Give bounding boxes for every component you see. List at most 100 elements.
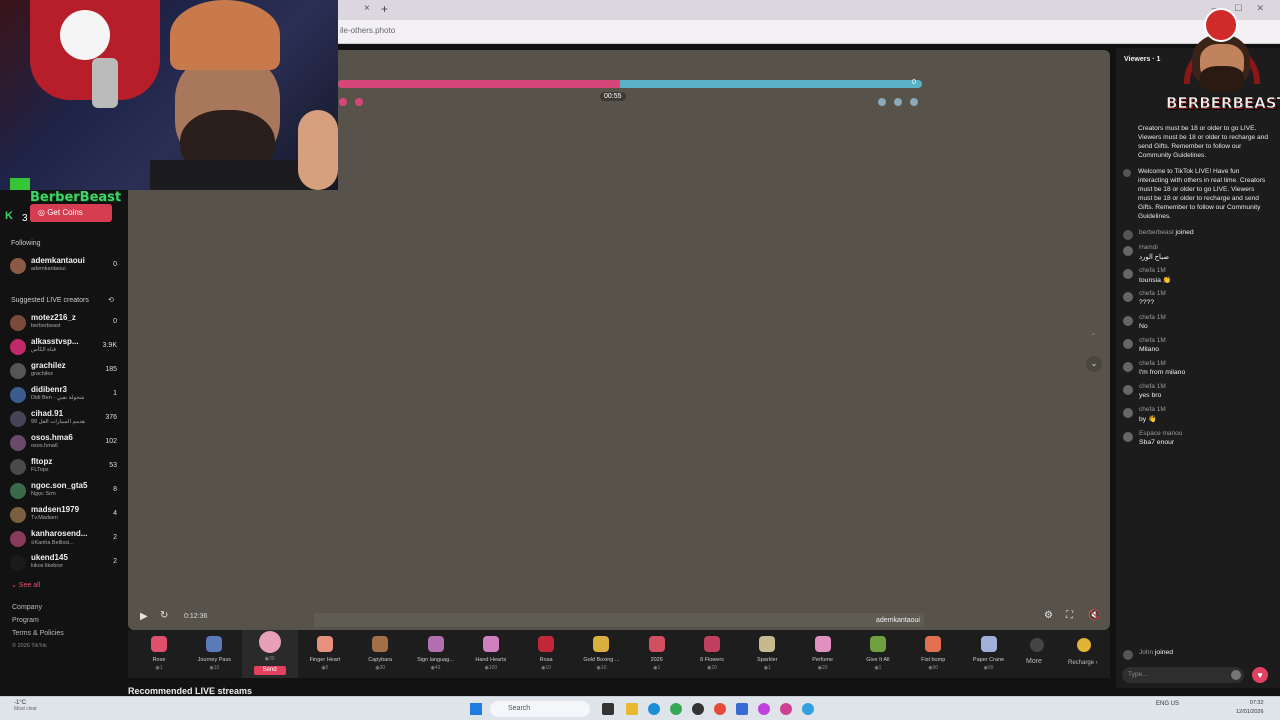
chat-username[interactable]: chefa 1M [1139, 360, 1166, 367]
chevron-up-icon[interactable]: ⌃ [1090, 332, 1097, 341]
app-icon[interactable] [758, 703, 770, 715]
recharge-button[interactable]: Recharge › [1068, 660, 1098, 666]
gift-item[interactable]: Rose ◉1 [131, 630, 187, 678]
weather-widget[interactable]: -1°C Most clear [14, 700, 37, 712]
avatar [10, 435, 26, 451]
chat-username[interactable]: chefa 1M [1139, 314, 1166, 321]
more-gifts-icon[interactable] [1030, 638, 1044, 652]
joined-user[interactable]: berberbeast [1139, 229, 1174, 236]
chat-username[interactable]: Espace manou [1139, 430, 1182, 437]
send-gift-button[interactable]: Send [253, 666, 286, 675]
creator-row[interactable]: kanharosend... ខKanha Bellissi... 2 [8, 528, 120, 550]
creator-row[interactable]: cihad.91 99 هدمم السيارات العل 376 [8, 408, 120, 430]
chat-username[interactable]: chefa 1M [1139, 383, 1166, 390]
chrome-profile-icon[interactable] [714, 703, 726, 715]
gift-item[interactable]: 8 Flowers ◉20 [684, 630, 740, 678]
gift-item[interactable]: Sparkler ◉1 [739, 630, 795, 678]
gift-item[interactable]: Perfume ◉20 [795, 630, 851, 678]
see-all-link[interactable]: ⌄ See all [11, 581, 40, 589]
gift-item[interactable]: Rosa ◉10 [518, 630, 574, 678]
gift-price: ◉30 [264, 656, 275, 662]
chat-username[interactable]: chefa 1M [1139, 406, 1166, 413]
creator-name: alkasstvsp... [31, 337, 79, 346]
viewers-title[interactable]: Viewers · 1 [1124, 56, 1160, 63]
creator-subtitle: Didi Ben - شحولة نقبي [31, 395, 85, 401]
gift-item[interactable]: Sign languag... ◉49 [408, 630, 464, 678]
chat-text: Sba7 enour [1139, 438, 1175, 446]
coin-icon[interactable] [1077, 638, 1091, 652]
chat-input[interactable]: Type... [1122, 667, 1244, 683]
chat-text: ???? [1139, 299, 1155, 307]
gift-item[interactable]: Fist bump ◉90 [905, 630, 961, 678]
gift-price: ◉1 [874, 665, 882, 671]
footer-link-program[interactable]: Program [12, 617, 39, 624]
gift-item[interactable]: Paper Crane ◉99 [961, 630, 1017, 678]
settings-gear-icon[interactable]: ⚙ [1044, 610, 1053, 621]
gift-name: Journey Pass [197, 657, 231, 663]
gift-name: Gold Boxing ... [583, 657, 620, 663]
tiktok-icon [1123, 169, 1131, 177]
app-icon[interactable] [780, 703, 792, 715]
gift-item[interactable]: 2026 ◉1 [629, 630, 685, 678]
taskview-icon[interactable] [602, 703, 614, 715]
more-gifts-button[interactable]: More [1026, 658, 1042, 665]
chat-username[interactable]: chefa 1M [1139, 337, 1166, 344]
app-icon[interactable] [802, 703, 814, 715]
chat-username[interactable]: chefa 1M [1139, 290, 1166, 297]
refresh-suggestions-icon[interactable]: ⟲ [108, 296, 114, 304]
gift-item[interactable]: Journey Pass ◉10 [186, 630, 242, 678]
gift-price: ◉10 [596, 665, 607, 671]
app-icon[interactable] [736, 703, 748, 715]
get-coins-button[interactable]: ◎ Get Coins [30, 204, 112, 222]
heart-icon[interactable]: ♥ [1252, 667, 1268, 683]
clock[interactable]: 07:32 12/01/2026 [1236, 699, 1264, 717]
chrome-icon[interactable] [670, 703, 682, 715]
file-explorer-icon[interactable] [626, 703, 638, 715]
obs-icon[interactable] [692, 703, 704, 715]
creator-row[interactable]: ademkantaoui ademkantaoui 0 [8, 255, 120, 277]
gift-icon [258, 631, 281, 653]
joined-user[interactable]: John [1139, 649, 1153, 656]
gift-price: ◉90 [928, 665, 939, 671]
chat-avatar [1123, 338, 1133, 349]
gift-icon [814, 636, 831, 652]
creator-row[interactable]: ukend145 kikos likebror 2 [8, 552, 120, 574]
emoji-icon[interactable] [1231, 670, 1241, 680]
creator-name: ngoc.son_gta5 [31, 481, 88, 490]
tab-close-icon[interactable]: × [364, 3, 370, 14]
creator-row[interactable]: fltopz FLTopz 53 [8, 456, 120, 478]
creator-row[interactable]: grachilez grachilez 185 [8, 360, 120, 382]
chat-avatar [1123, 362, 1133, 372]
windows-start-icon[interactable] [470, 703, 482, 715]
new-tab-button[interactable]: + [381, 2, 388, 16]
chevron-down-icon[interactable]: ⌄ [1086, 356, 1102, 372]
creator-row[interactable]: madsen1979 Tv.Madsen 4 [8, 504, 120, 526]
gift-item[interactable]: Finger Heart ◉5 [297, 630, 353, 678]
taskbar-search[interactable]: Search [490, 701, 590, 717]
gift-item[interactable]: Hand Hearts ◉100 [463, 630, 519, 678]
creator-row[interactable]: ngoc.son_gta5 Ngọc Sơn 8 [8, 480, 120, 502]
creator-row[interactable]: alkasstvsp... قناة الكأس 3.9K [8, 336, 120, 358]
language-indicator[interactable]: ENG US [1156, 701, 1179, 707]
footer-link-company[interactable]: Company [12, 604, 42, 611]
mute-icon[interactable]: 🔇 [1088, 610, 1100, 621]
berberbeast-logo: BERBERBEAST [1166, 4, 1280, 120]
gift-icon [372, 636, 389, 652]
gift-item[interactable]: ◉30 Send [241, 630, 298, 678]
gift-item[interactable]: Give It All ◉1 [850, 630, 906, 678]
chat-username[interactable]: chefa 1M [1139, 267, 1166, 274]
fullscreen-icon[interactable]: ⛶ [1066, 610, 1073, 621]
creator-name: madsen1979 [31, 505, 80, 514]
creator-row[interactable]: osos.hma6 osos.hma6 102 [8, 432, 120, 454]
refresh-icon[interactable]: ↻ [160, 610, 168, 621]
gift-name: Hand Hearts [475, 657, 507, 663]
creator-row[interactable]: didibenr3 Didi Ben - شحولة نقبي 1 [8, 384, 120, 406]
gift-item[interactable]: Gold Boxing ... ◉10 [573, 630, 629, 678]
footer-link-terms[interactable]: Terms & Policies [12, 630, 64, 637]
play-icon[interactable]: ▶ [140, 611, 148, 622]
chat-username[interactable]: Hamdi [1139, 244, 1158, 251]
logo-lettering: BERBERBEAST [1166, 94, 1280, 113]
edge-icon[interactable] [648, 703, 660, 715]
creator-row[interactable]: motez216_z berberbeast 0 [8, 312, 120, 334]
gift-item[interactable]: Capybara ◉30 [352, 630, 408, 678]
